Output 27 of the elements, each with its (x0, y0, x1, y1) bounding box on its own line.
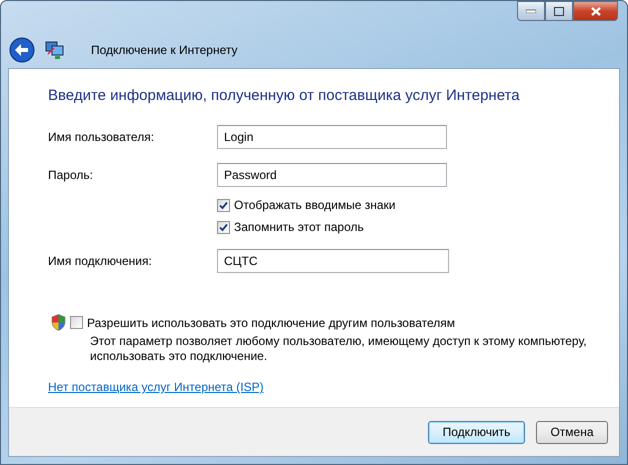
isp-link[interactable]: Нет поставщика услуг Интернета (ISP) (48, 380, 264, 394)
checkbox-label[interactable]: Запомнить этот пароль (234, 220, 364, 234)
field-label: Имя пользователя: (48, 130, 156, 144)
checkbox[interactable] (217, 220, 230, 234)
input-field[interactable]: Login (217, 125, 447, 149)
cancel-button[interactable]: Отмена (536, 420, 608, 444)
checkbox-label[interactable]: Отображать вводимые знаки (234, 198, 396, 212)
network-icon (45, 40, 65, 60)
window-title: Подключение к Интернету (91, 42, 238, 56)
shield-icon (51, 314, 66, 331)
minimize-button[interactable] (517, 1, 545, 21)
close-icon (590, 6, 600, 16)
page-heading: Введите информацию, полученную от поставщика услуг Интернета (48, 87, 521, 104)
minimize-icon (526, 9, 536, 13)
checkbox-label[interactable]: Разрешить использовать это подключение другим пользователям (87, 316, 456, 330)
checkbox[interactable] (217, 198, 230, 212)
field-label: Пароль: (48, 168, 94, 182)
maximize-button[interactable] (545, 1, 573, 21)
close-button[interactable] (573, 1, 618, 21)
input-field[interactable]: СЦТС (217, 249, 449, 273)
field-label: Имя подключения: (48, 254, 153, 268)
description-text: Этот параметр позволяет любому пользователю, имеющему доступ к этому компьютеру, использовать это подключение. (90, 334, 588, 364)
input-field[interactable]: Password (217, 163, 447, 187)
back-icon[interactable] (9, 36, 35, 62)
checkbox[interactable] (70, 316, 83, 329)
connect-button[interactable]: Подключить (428, 420, 525, 444)
maximize-icon (554, 6, 564, 16)
